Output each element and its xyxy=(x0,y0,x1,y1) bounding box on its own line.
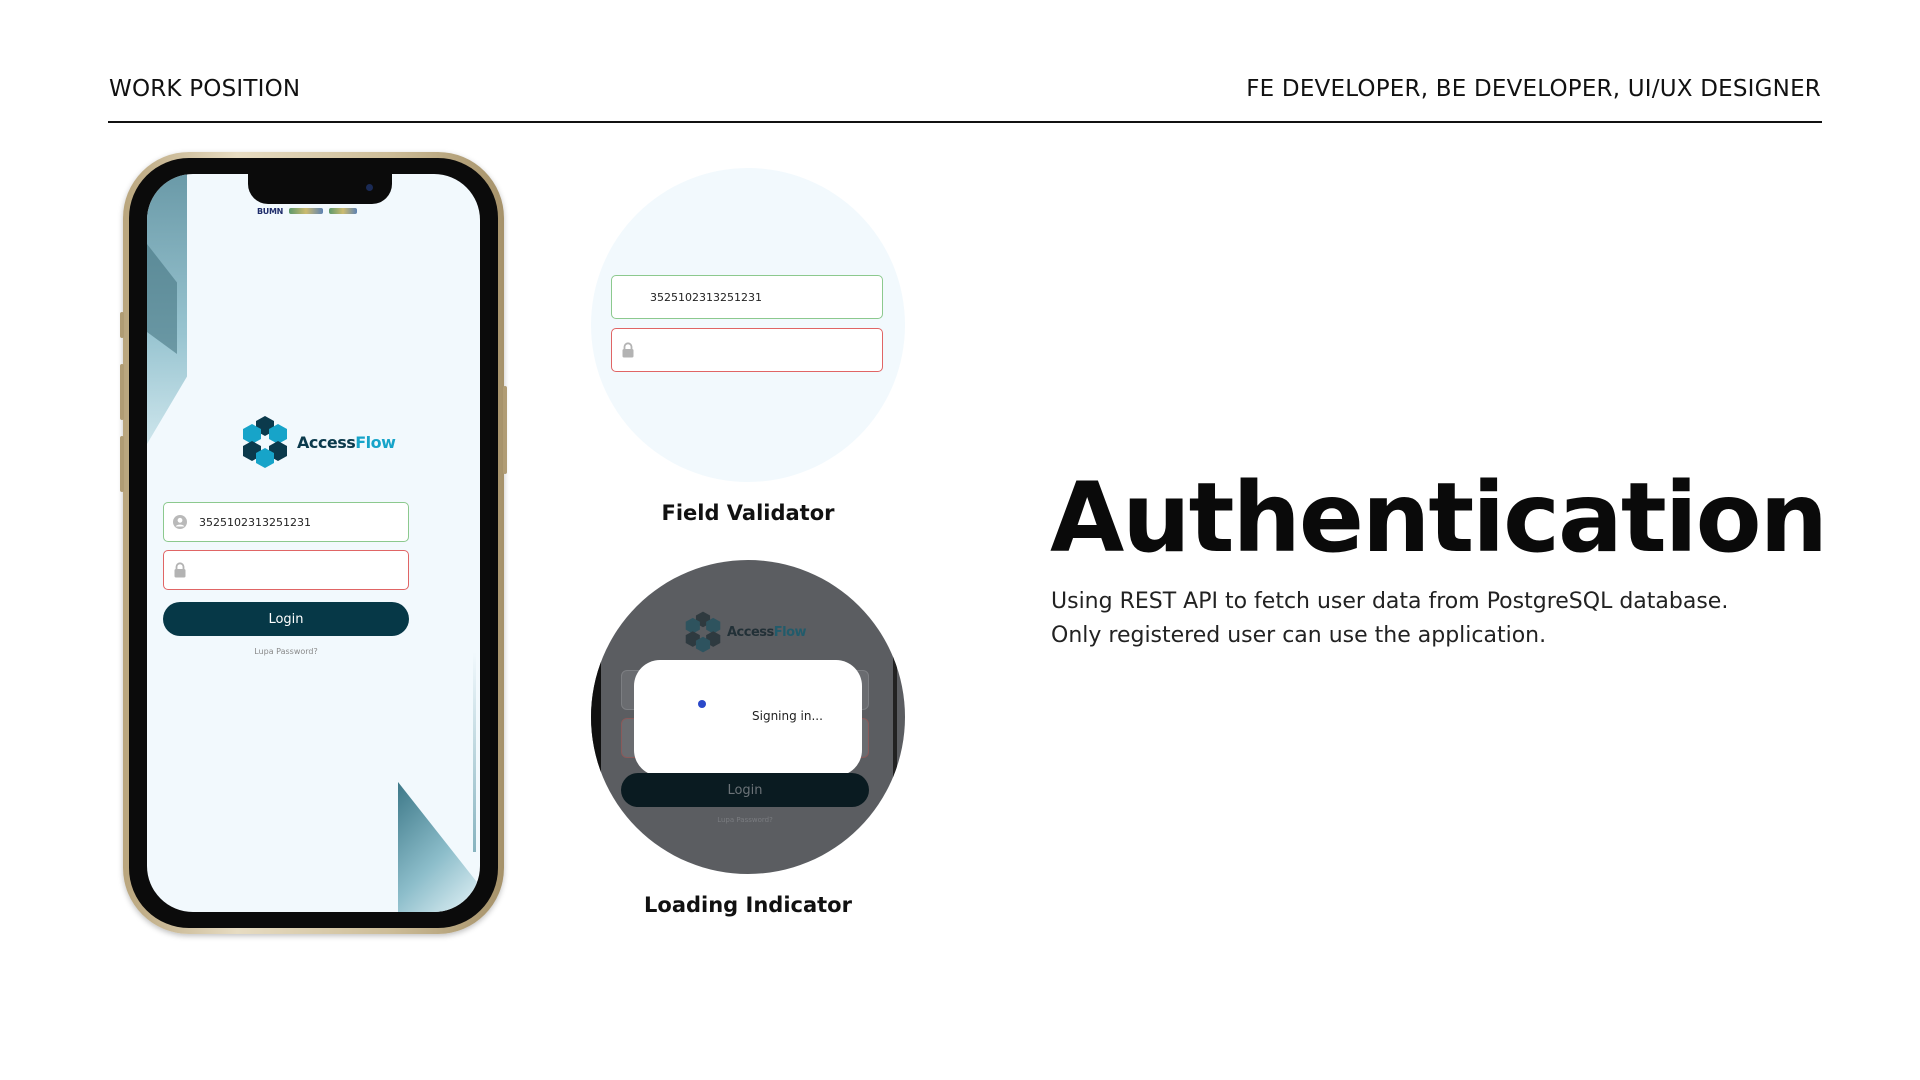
forgot-password-link[interactable]: Lupa Password? xyxy=(163,647,409,656)
slide: WORK POSITION FE DEVELOPER, BE DEVELOPER… xyxy=(0,0,1920,1080)
login-button[interactable]: Login xyxy=(163,602,409,636)
sponsor-logos: BUMN xyxy=(257,204,387,218)
loading-indicator-caption: Loading Indicator xyxy=(644,893,852,917)
decor-shape-right xyxy=(398,782,480,912)
dimmed-forgot-password: Lupa Password? xyxy=(717,816,773,824)
header-divider xyxy=(108,121,1822,123)
user-icon xyxy=(173,515,187,529)
validator-nik-value: 3525102313251231 xyxy=(650,290,762,304)
loading-indicator-zoom: AccessFlow Signing in... Login Lupa Pass… xyxy=(591,560,905,874)
phone-bezel: BUMN AccessFlow 3525102313251231 Login L… xyxy=(129,158,498,928)
lock-icon xyxy=(174,562,186,578)
partner-logo-icon-2 xyxy=(329,208,358,214)
camera-icon xyxy=(366,184,373,191)
nik-input-value: 3525102313251231 xyxy=(199,515,311,529)
decor-line-right xyxy=(473,652,476,852)
loading-brand-name: AccessFlow xyxy=(727,624,807,640)
validator-nik-input[interactable]: 3525102313251231 xyxy=(611,275,883,319)
phone-notch xyxy=(248,174,392,204)
mute-switch xyxy=(120,312,124,338)
loading-accessflow-logo: AccessFlow xyxy=(681,610,807,654)
hexagon-logo-icon xyxy=(685,611,721,653)
phone-edge-left xyxy=(591,560,601,874)
field-validator-zoom: 3525102313251231 xyxy=(591,168,905,482)
description-line-1: Using REST API to fetch user data from P… xyxy=(1051,589,1729,614)
volume-down-button xyxy=(120,436,124,492)
partner-logo-icon xyxy=(289,208,324,214)
description-line-2: Only registered user can use the applica… xyxy=(1051,623,1547,648)
work-position-label: WORK POSITION xyxy=(109,76,301,102)
lock-icon xyxy=(622,342,634,358)
field-validator-caption: Field Validator xyxy=(661,501,835,525)
password-input[interactable] xyxy=(163,550,409,590)
section-title: Authentication xyxy=(1050,462,1828,574)
section-description: Using REST API to fetch user data from P… xyxy=(1051,585,1811,653)
signing-in-text: Signing in... xyxy=(752,709,823,723)
hexagon-logo-icon xyxy=(243,416,287,468)
roles-label: FE DEVELOPER, BE DEVELOPER, UI/UX DESIGN… xyxy=(1246,76,1821,102)
phone-edge-right xyxy=(893,560,897,874)
loading-spinner-icon xyxy=(698,700,706,708)
bumn-logo: BUMN xyxy=(257,206,284,216)
validator-password-input[interactable] xyxy=(611,328,883,372)
power-button xyxy=(503,386,507,474)
dimmed-login-button: Login xyxy=(621,773,869,807)
signing-in-dialog: Signing in... xyxy=(634,660,862,776)
accessflow-logo: AccessFlow xyxy=(237,414,396,470)
volume-up-button xyxy=(120,364,124,420)
nik-input[interactable]: 3525102313251231 xyxy=(163,502,409,542)
phone-mockup: BUMN AccessFlow 3525102313251231 Login L… xyxy=(120,152,507,934)
phone-screen: BUMN AccessFlow 3525102313251231 Login L… xyxy=(147,174,480,912)
brand-name: AccessFlow xyxy=(297,432,396,452)
